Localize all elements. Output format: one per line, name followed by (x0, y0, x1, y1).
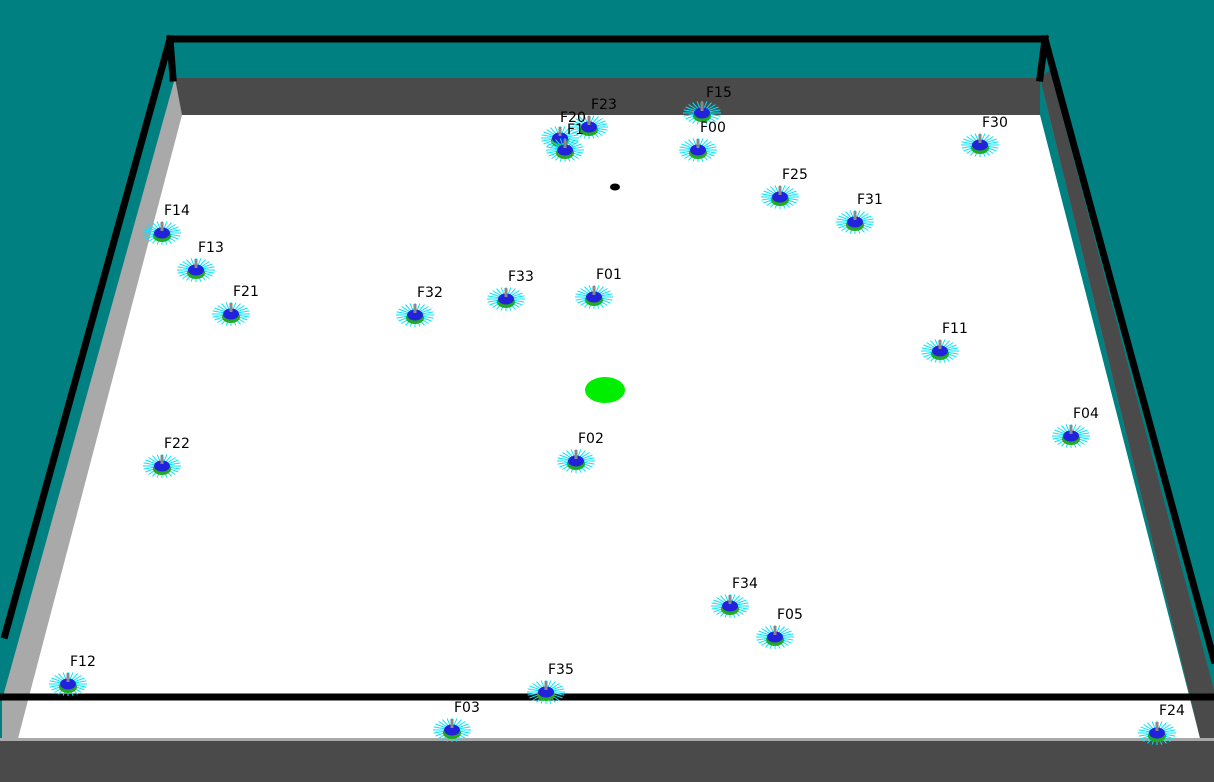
robot-antenna-icon (1069, 425, 1073, 434)
robot-label: F31 (857, 192, 883, 208)
robot-antenna-icon (574, 450, 578, 459)
robot-label: F21 (233, 284, 259, 300)
robot-antenna-icon (229, 303, 233, 312)
robot-antenna-icon (194, 259, 198, 268)
robot-antenna-icon (696, 139, 700, 148)
robot-label: F24 (1159, 703, 1185, 719)
robot-label: F12 (70, 654, 96, 670)
robot-antenna-icon (938, 340, 942, 349)
robot-label: F14 (164, 203, 190, 219)
robot-antenna-icon (413, 304, 417, 313)
robot-antenna-icon (587, 116, 591, 125)
robot-antenna-icon (450, 719, 454, 728)
robot-label: F33 (508, 269, 534, 285)
robot-antenna-icon (160, 455, 164, 464)
robot-label: F23 (591, 97, 617, 113)
green-target-disc (585, 377, 625, 403)
robot-label: F15 (706, 85, 732, 101)
robot-label: F22 (164, 436, 190, 452)
robot-antenna-icon (504, 288, 508, 297)
robot-label: F34 (732, 576, 758, 592)
robot-antenna-icon (160, 222, 164, 231)
robot-antenna-icon (728, 595, 732, 604)
robot-antenna-icon (773, 626, 777, 635)
front-wall (0, 738, 1214, 782)
robot-label: F02 (578, 431, 604, 447)
robot-antenna-icon (778, 186, 782, 195)
robot-label: F01 (596, 267, 622, 283)
robot-label: F30 (982, 115, 1008, 131)
robot-antenna-icon (558, 127, 562, 136)
robot-label: F35 (548, 662, 574, 678)
arena-floor (18, 115, 1200, 738)
robot-label: F25 (782, 167, 808, 183)
robot-antenna-icon (1155, 722, 1159, 731)
robot-label: F04 (1073, 406, 1099, 422)
robot-label: F00 (700, 120, 726, 136)
robot-antenna-icon (592, 286, 596, 295)
robot-antenna-icon (66, 673, 70, 682)
robot-label: F32 (417, 285, 443, 301)
robot-label: F1 (567, 122, 584, 138)
black-dot (610, 183, 620, 191)
robot-label: F05 (777, 607, 803, 623)
arena-scene: F15F23F20F1 F00 F30F25F31F14F13F21 F32F33 F0… (0, 34, 1214, 782)
robot-antenna-icon (563, 139, 567, 148)
robot-antenna-icon (978, 134, 982, 143)
front-wall-top (0, 738, 1214, 741)
robot-antenna-icon (700, 102, 704, 111)
robot-label: F11 (942, 321, 968, 337)
robot-label: F13 (198, 240, 224, 256)
robot-label: F03 (454, 700, 480, 716)
robot-antenna-icon (853, 211, 857, 220)
robot-antenna-icon (544, 681, 548, 690)
